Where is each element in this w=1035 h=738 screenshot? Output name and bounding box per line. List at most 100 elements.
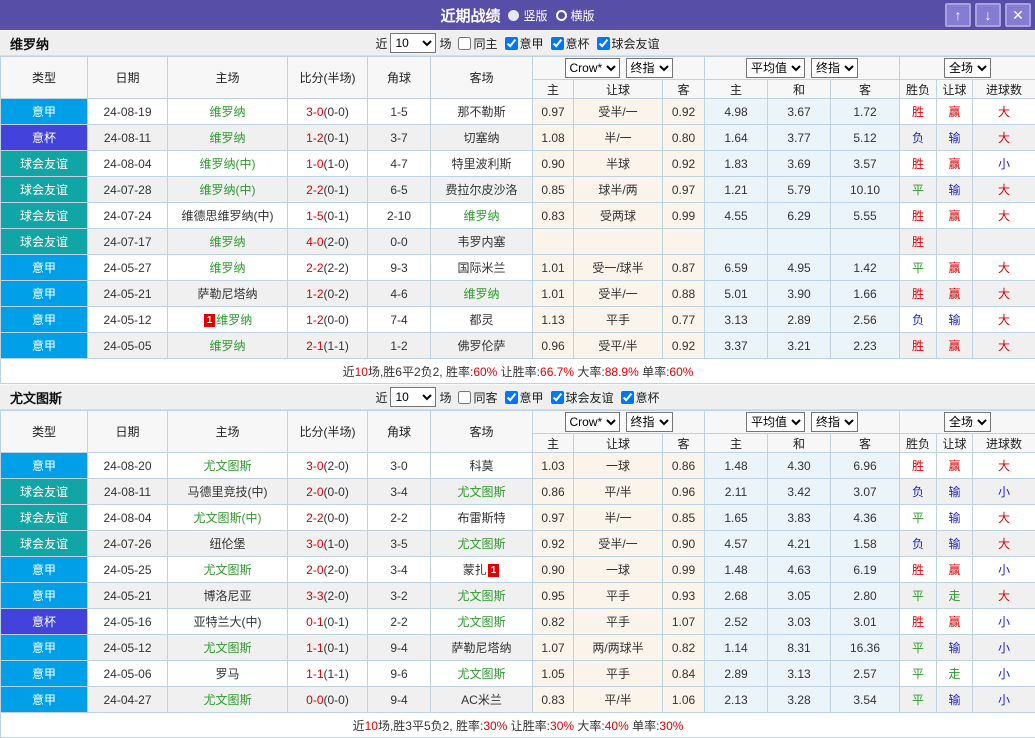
league-filter-checkbox-label: 意甲 xyxy=(501,35,544,52)
match-date: 24-05-21 xyxy=(87,280,168,307)
result-goals: 小 xyxy=(972,556,1035,583)
same-venue-checkbox[interactable] xyxy=(458,390,472,404)
handicap-odds-away: 0.97 xyxy=(662,176,705,203)
recent-count-select[interactable]: 10 xyxy=(390,33,437,53)
league-badge: 意甲 xyxy=(0,556,88,583)
match-row: 意甲 24-05-25 尤文图斯 2-0(2-0) 3-4 蒙扎 1 0.90 一球 0.99 1.… xyxy=(0,556,1035,583)
score-cell: 1-2(0-1) xyxy=(287,124,368,151)
handicap-odds-home: 0.95 xyxy=(532,582,574,609)
score-cell: 0-0(0-0) xyxy=(287,686,368,713)
league-badge: 球会友谊 xyxy=(0,504,88,531)
europe-odds-away: 3.57 xyxy=(829,150,901,177)
bookmaker-select[interactable]: Crow* xyxy=(564,58,620,78)
result-scope-select[interactable]: 全场 xyxy=(944,58,992,78)
home-team-cell: 维罗纳(中) xyxy=(167,150,288,177)
corner-score: 9-4 xyxy=(367,686,431,713)
home-team-name: 维罗纳 xyxy=(209,261,246,275)
league-filter-checkbox-label: 意杯 xyxy=(547,35,590,52)
bookmaker-select[interactable]: Crow* xyxy=(564,412,620,432)
fulltime-score: 1-5 xyxy=(306,208,324,223)
subcol-europe-draw: 和 xyxy=(767,433,831,453)
league-filter-checkbox[interactable] xyxy=(596,36,610,50)
league-filter-checkbox[interactable] xyxy=(620,390,634,404)
vertical-radio-label: 竖版 xyxy=(523,8,548,23)
score-cell: 1-0(1-0) xyxy=(287,150,368,177)
handicap-odds-home: 1.01 xyxy=(532,254,574,281)
halftime-score: (0-1) xyxy=(323,182,349,197)
same-venue-checkbox[interactable] xyxy=(458,36,472,50)
summary-text-segment: 大率: xyxy=(574,364,605,379)
layout-vertical-radio[interactable]: 竖版 xyxy=(508,7,548,24)
recent-count-select[interactable]: 10 xyxy=(390,387,437,407)
away-team-cell: AC米兰 xyxy=(430,686,533,713)
home-team-name: 尤文图斯 xyxy=(203,563,252,577)
matches-label: 场 xyxy=(439,36,452,51)
away-team-cell: 特里波利斯 xyxy=(430,150,533,177)
europe-odds-away: 6.96 xyxy=(829,452,901,479)
home-team-name: 纽伦堡 xyxy=(209,537,246,551)
layout-horizontal-radio[interactable]: 横版 xyxy=(555,7,595,24)
result-handicap: 输 xyxy=(936,124,974,151)
europe-odds-time-select[interactable]: 终指 xyxy=(811,58,858,78)
league-badge: 意甲 xyxy=(0,306,88,333)
header-row-groups: 类型 日期 主场 比分(半场) 角球 客场 Crow* 终指 平均值 终指 全场 xyxy=(0,410,1035,453)
halftime-score: (2-0) xyxy=(323,458,349,473)
match-date: 24-04-27 xyxy=(87,686,168,713)
subcol-result-goals: 进球数 xyxy=(972,79,1035,99)
away-team-name: 尤文图斯 xyxy=(457,589,506,603)
match-date: 24-07-24 xyxy=(87,202,168,229)
handicap-odds-time-select[interactable]: 终指 xyxy=(625,58,673,78)
result-goals: 小 xyxy=(972,150,1035,177)
europe-odds-source-select[interactable]: 平均值 xyxy=(746,412,805,432)
fulltime-score: 2-2 xyxy=(306,510,324,525)
league-filter-checkbox[interactable] xyxy=(550,36,564,50)
result-goals: 大 xyxy=(972,332,1035,359)
subcol-handicap-line: 让球 xyxy=(573,433,663,453)
league-badge: 意杯 xyxy=(0,608,88,635)
summary-text-segment: 66.7% xyxy=(540,364,575,379)
match-row: 意甲 24-05-12 1 维罗纳 1-2(0-0) 7-4 都灵 1.13 平手 0.77 3.1… xyxy=(0,306,1035,333)
league-filter-checkbox[interactable] xyxy=(504,36,518,50)
red-card-badge: 1 xyxy=(203,314,216,327)
summary-text-segment: 60% xyxy=(669,364,694,379)
result-wdl: 负 xyxy=(899,124,938,151)
subcol-handicap-away: 客 xyxy=(662,433,705,453)
league-filter-checkbox[interactable] xyxy=(504,390,518,404)
fulltime-score: 1-2 xyxy=(306,286,324,301)
fulltime-score: 2-1 xyxy=(306,338,324,353)
league-badge: 球会友谊 xyxy=(0,176,88,203)
league-filter-checkbox[interactable] xyxy=(550,390,564,404)
home-team-name: 尤文图斯 xyxy=(203,459,252,473)
away-team-cell: 尤文图斯 xyxy=(430,478,533,505)
move-down-button[interactable]: ↓ xyxy=(975,3,1001,27)
col-header-corner: 角球 xyxy=(367,56,431,99)
result-goals: 大 xyxy=(972,98,1035,125)
summary-text-segment: 场,胜6平2负2, 胜率: xyxy=(367,364,474,379)
league-filter-checkbox-label: 球会友谊 xyxy=(547,389,614,406)
europe-odds-away: 10.10 xyxy=(829,176,901,203)
handicap-odds-home: 1.01 xyxy=(532,280,574,307)
handicap-odds-time-select[interactable]: 终指 xyxy=(625,412,673,432)
home-team-cell: 尤文图斯 xyxy=(167,556,288,583)
summary-text-segment: 30% xyxy=(550,718,575,733)
close-button[interactable]: ✕ xyxy=(1005,3,1031,27)
europe-odds-draw: 6.29 xyxy=(767,202,831,229)
handicap-line: 受半/一 xyxy=(573,280,663,307)
handicap-line: 平/半 xyxy=(573,686,663,713)
match-row: 意甲 24-08-20 尤文图斯 3-0(2-0) 3-0 科莫 1.03 一球 0.86 1.4… xyxy=(0,452,1035,479)
move-up-button[interactable]: ↑ xyxy=(945,3,971,27)
handicap-odds-away: 0.84 xyxy=(662,660,705,687)
summary-text-segment: 单率: xyxy=(638,364,670,379)
away-team-name: 蒙扎 xyxy=(462,563,487,577)
europe-odds-home: 2.52 xyxy=(704,608,768,635)
europe-odds-source-select[interactable]: 平均值 xyxy=(746,58,805,78)
europe-odds-away: 1.66 xyxy=(829,280,901,307)
europe-odds-time-select[interactable]: 终指 xyxy=(811,412,858,432)
result-goals: 大 xyxy=(972,582,1035,609)
home-team-name: 萨勒尼塔纳 xyxy=(197,287,258,301)
summary-text-segment: 30% xyxy=(483,718,508,733)
score-cell: 1-1(1-1) xyxy=(287,660,368,687)
result-scope-select[interactable]: 全场 xyxy=(944,412,992,432)
away-team-cell: 蒙扎 1 xyxy=(430,556,533,583)
subcol-handicap-line: 让球 xyxy=(573,79,663,99)
